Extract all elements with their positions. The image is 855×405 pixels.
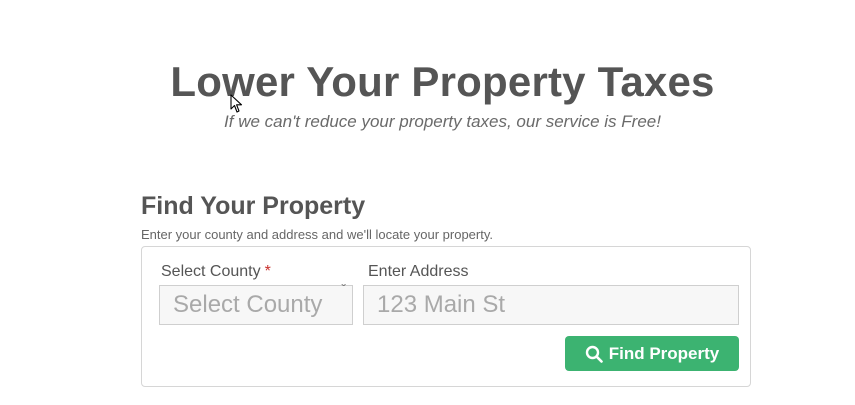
address-input[interactable] [363,285,739,325]
page: Lower Your Property Taxes If we can't re… [0,0,855,405]
county-label-text: Select County [161,263,261,280]
page-title: Lower Your Property Taxes [170,58,715,105]
county-select-value: Select County [173,291,323,318]
chevron-down-icon: ˇ [341,281,346,297]
find-property-form: Select County * Enter Address Select Coun… [141,246,751,387]
county-label: Select County * [161,263,271,281]
address-label: Enter Address [368,263,469,280]
find-property-label: Find Property [608,343,720,363]
find-property-button[interactable]: Find Property [565,336,739,371]
county-select[interactable]: Select County ˇ [159,281,353,325]
page-subtitle: If we can't reduce your property taxes, … [224,112,661,131]
search-icon [585,345,603,363]
section-description: Enter your county and address and we'll … [141,227,493,242]
section-title: Find Your Property [141,192,366,220]
required-asterisk: * [264,263,271,280]
